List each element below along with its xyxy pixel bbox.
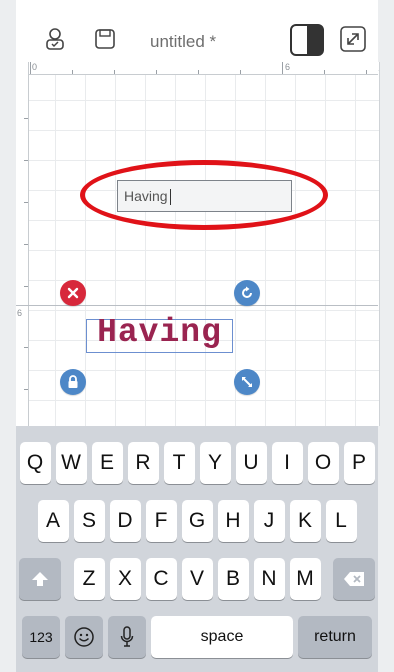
app-frame: untitled * 0 6 6 Having Having Q W E R T…	[0, 0, 394, 672]
key-y[interactable]: Y	[199, 442, 231, 484]
key-q[interactable]: Q	[19, 442, 51, 484]
shift-key[interactable]	[19, 558, 61, 600]
key-h[interactable]: H	[217, 500, 249, 542]
layout-toggle-icon[interactable]	[288, 22, 326, 58]
ruler-tick	[324, 70, 325, 74]
lock-object-button[interactable]	[60, 369, 86, 395]
ruler-tick	[24, 202, 28, 203]
user-sync-icon[interactable]	[40, 24, 70, 54]
right-margin	[378, 0, 394, 672]
ruler-tick	[24, 286, 28, 287]
key-u[interactable]: U	[235, 442, 267, 484]
ruler-tick	[24, 389, 28, 390]
microphone-icon	[120, 626, 134, 647]
document-title: untitled *	[150, 32, 217, 51]
top-toolbar: untitled *	[16, 14, 378, 62]
key-d[interactable]: D	[109, 500, 141, 542]
key-x[interactable]: X	[109, 558, 141, 600]
key-f[interactable]: F	[145, 500, 177, 542]
key-i[interactable]: I	[271, 442, 303, 484]
backspace-icon	[344, 572, 364, 586]
key-a[interactable]: A	[37, 500, 69, 542]
left-margin	[0, 0, 16, 672]
ruler-tick	[114, 70, 115, 74]
ruler-tick	[366, 70, 367, 74]
shift-icon	[32, 572, 48, 586]
emoji-icon	[74, 627, 94, 647]
ruler-tick	[282, 62, 283, 74]
ruler-label-0: 0	[32, 62, 38, 72]
key-o[interactable]: O	[307, 442, 339, 484]
left-ruler: 6	[16, 62, 29, 426]
key-k[interactable]: K	[289, 500, 321, 542]
delete-object-button[interactable]	[60, 280, 86, 306]
key-z[interactable]: Z	[73, 558, 105, 600]
ruler-tick	[198, 70, 199, 74]
resize-icon	[242, 377, 252, 387]
key-j[interactable]: J	[253, 500, 285, 542]
ruler-tick	[24, 244, 28, 245]
ruler-left-label-6: 6	[17, 308, 23, 318]
ruler-tick	[24, 118, 28, 119]
key-w[interactable]: W	[55, 442, 87, 484]
key-c[interactable]: C	[145, 558, 177, 600]
space-key[interactable]: space	[151, 616, 293, 658]
ruler-label-6: 6	[285, 62, 291, 72]
ruler-tick	[156, 70, 157, 74]
key-n[interactable]: N	[253, 558, 285, 600]
rotate-icon	[242, 286, 252, 298]
key-m[interactable]: M	[289, 558, 321, 600]
key-v[interactable]: V	[181, 558, 213, 600]
key-b[interactable]: B	[217, 558, 249, 600]
ruler-tick	[72, 70, 73, 74]
key-p[interactable]: P	[343, 442, 375, 484]
top-ruler: 0 6	[16, 62, 378, 75]
close-icon	[67, 287, 79, 299]
emoji-key[interactable]	[65, 616, 103, 658]
key-t[interactable]: T	[163, 442, 195, 484]
lock-icon	[68, 375, 78, 388]
microphone-key[interactable]	[108, 616, 146, 658]
highlight-annotation	[80, 160, 328, 230]
key-e[interactable]: E	[91, 442, 123, 484]
key-l[interactable]: L	[325, 500, 357, 542]
save-icon[interactable]	[90, 24, 120, 54]
ruler-tick	[24, 160, 28, 161]
resize-object-button[interactable]	[234, 369, 260, 395]
numbers-key[interactable]: 123	[22, 616, 60, 658]
ruler-tick	[24, 347, 28, 348]
fullscreen-icon[interactable]	[338, 24, 368, 54]
key-r[interactable]: R	[127, 442, 159, 484]
key-g[interactable]: G	[181, 500, 213, 542]
return-key[interactable]: return	[298, 616, 372, 658]
backspace-key[interactable]	[333, 558, 375, 600]
ruler-tick	[30, 62, 31, 74]
ruler-tick	[240, 70, 241, 74]
key-s[interactable]: S	[73, 500, 105, 542]
rotate-object-button[interactable]	[234, 280, 260, 306]
onscreen-keyboard: Q W E R T Y U I O P A S D F G H J K L Z	[16, 426, 378, 672]
text-object[interactable]: Having	[86, 314, 233, 351]
